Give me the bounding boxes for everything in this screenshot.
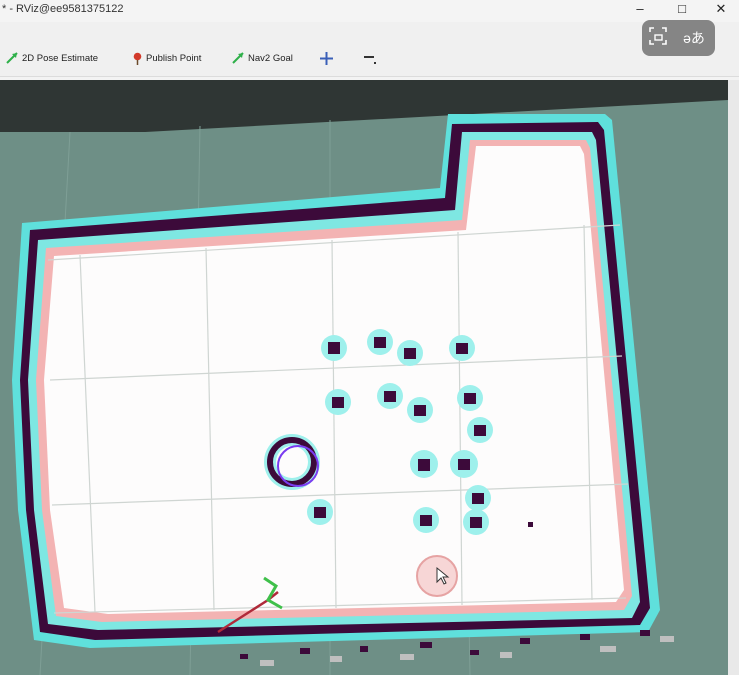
maximize-button[interactable]: □ [662,0,702,20]
close-button[interactable]: ✕ [701,0,739,20]
post [397,340,423,366]
tool-remove[interactable] [363,50,377,66]
post [321,335,347,361]
minimize-button[interactable]: – [620,0,660,20]
cursor-highlight [416,555,458,597]
occupancy-map[interactable] [0,80,728,675]
rviz-toolbar: 2D Pose Estimate Publish Point Nav2 Goal [0,22,739,77]
post [367,329,393,355]
tool-2d-pose-estimate[interactable]: 2D Pose Estimate [6,50,98,66]
post [307,499,333,525]
translate-overlay: əあ [642,20,715,56]
post [410,450,438,478]
red-pin-icon [133,52,142,65]
tool-move-camera[interactable] [320,50,333,66]
post [457,385,483,411]
green-arrow-icon [232,52,244,64]
translate-icon[interactable]: əあ [682,26,706,50]
tool-label: Nav2 Goal [248,52,293,64]
tool-label: Publish Point [146,52,202,64]
move-crosshair-icon [320,51,333,65]
post [450,450,478,478]
minus-icon [364,55,376,64]
screen-capture-icon[interactable] [646,26,670,50]
green-arrow-icon [6,52,18,64]
post [325,389,351,415]
tool-nav2-goal[interactable]: Nav2 Goal [232,50,293,66]
post [463,509,489,535]
post [467,417,493,443]
post [449,335,475,361]
post [413,507,439,533]
robot-footprint [264,434,320,490]
window-title: * - RViz@ee9581375122 [2,3,124,15]
window-titlebar: * - RViz@ee9581375122 – □ ✕ [0,0,739,22]
rviz-3d-viewport[interactable] [0,80,728,675]
tool-publish-point[interactable]: Publish Point [133,50,201,66]
right-panel-edge [728,80,739,675]
tool-label: 2D Pose Estimate [22,52,99,64]
post [407,397,433,423]
post [377,383,403,409]
post [465,485,491,511]
map-speck [528,522,533,527]
